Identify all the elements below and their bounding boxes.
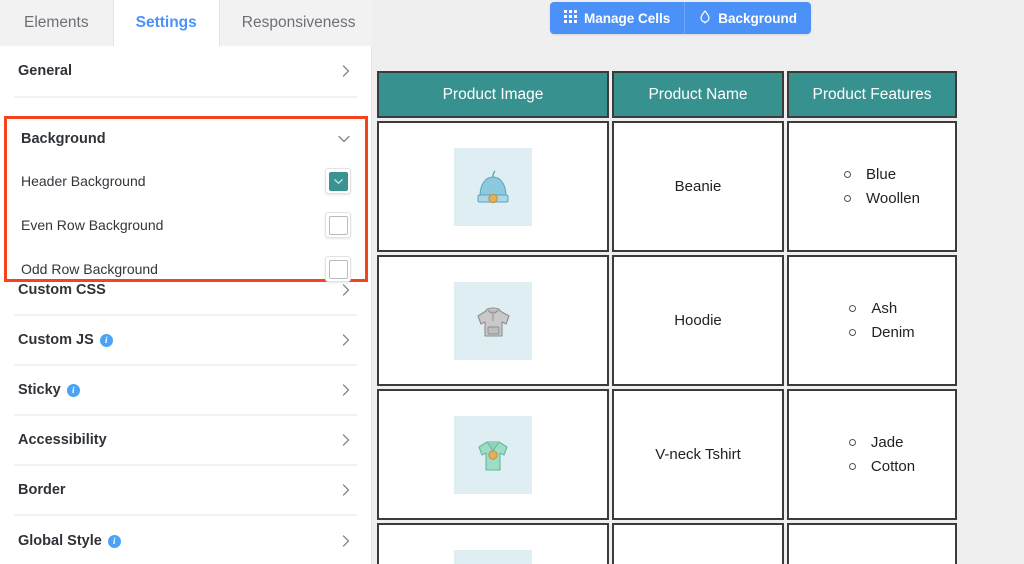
feature-list: Ash Denim: [829, 297, 915, 344]
background-settings-group: Background Header Background Even Row Ba…: [4, 116, 368, 282]
table-builder-app: Elements Settings Responsiveness General: [0, 0, 1024, 564]
table-row: Beanie Blue Woollen: [377, 121, 957, 252]
feature-item: Blue: [842, 163, 920, 186]
sidebar-item-global-style-label: Global Style: [18, 533, 102, 549]
chevron-right-icon: [339, 534, 353, 548]
cell-product-image[interactable]: [377, 523, 609, 564]
cell-product-features[interactable]: Ash Denim: [787, 255, 957, 386]
cell-product-name[interactable]: Beanie: [612, 523, 784, 564]
cell-product-features[interactable]: Blue Woollen: [787, 121, 957, 252]
feature-list: Blue Woollen: [824, 163, 920, 210]
product-comparison-table: Product Image Product Name Product Featu…: [374, 68, 960, 564]
color-preview: [328, 171, 348, 191]
cell-product-name[interactable]: Beanie: [612, 121, 784, 252]
option-odd-row-background[interactable]: Odd Row Background: [7, 247, 365, 291]
tab-settings[interactable]: Settings: [113, 0, 220, 46]
chevron-right-icon: [339, 64, 353, 78]
info-icon[interactable]: i: [99, 333, 113, 347]
option-even-row-background-label: Even Row Background: [21, 217, 164, 233]
feature-item: Cotton: [847, 455, 915, 478]
sidebar-item-custom-js-label: Custom JS: [18, 332, 94, 348]
color-preview: [328, 215, 348, 235]
info-icon[interactable]: i: [66, 383, 80, 397]
chevron-right-icon: [339, 483, 353, 497]
feature-item: Woollen: [842, 187, 920, 210]
preview-toolbar: Manage Cells Background: [550, 2, 812, 34]
sidebar-item-accessibility[interactable]: Accessibility: [14, 416, 357, 466]
even-row-background-color-swatch[interactable]: [325, 212, 351, 238]
sidebar-item-global-style[interactable]: Global Style i: [14, 516, 357, 564]
sidebar-item-general-label: General: [18, 63, 72, 79]
background-group-header[interactable]: Background: [7, 119, 365, 159]
tshirt-icon: [454, 415, 532, 494]
table-header-row: Product Image Product Name Product Featu…: [377, 71, 957, 118]
sidebar-item-global-style-label-wrap: Global Style i: [18, 533, 121, 549]
manage-cells-button[interactable]: Manage Cells: [550, 2, 685, 34]
sidebar-item-accessibility-label: Accessibility: [18, 432, 107, 448]
sidebar-tabbar: Elements Settings Responsiveness: [0, 0, 379, 46]
header-background-color-swatch[interactable]: [325, 168, 351, 194]
column-header-product-image[interactable]: Product Image: [377, 71, 609, 118]
table-preview-area: Manage Cells Background Product Image Pr…: [372, 0, 1024, 564]
cell-product-name[interactable]: V-neck Tshirt: [612, 389, 784, 520]
chevron-right-icon: [339, 383, 353, 397]
sidebar-item-border[interactable]: Border: [14, 466, 357, 516]
table-row: V-neck Tshirt Jade Cotton: [377, 389, 957, 520]
background-label: Background: [718, 10, 798, 26]
background-button[interactable]: Background: [684, 2, 812, 34]
cell-product-name[interactable]: Hoodie: [612, 255, 784, 386]
tab-elements[interactable]: Elements: [0, 0, 114, 46]
hoodie-icon: [454, 281, 532, 360]
table-row: Beanie Blue Woollen: [377, 523, 957, 564]
tab-elements-label: Elements: [24, 14, 89, 31]
tab-settings-label: Settings: [135, 14, 197, 31]
tab-responsiveness-label: Responsiveness: [241, 14, 356, 31]
column-header-product-features[interactable]: Product Features: [787, 71, 957, 118]
odd-row-background-color-swatch[interactable]: [325, 256, 351, 282]
table-row: Hoodie Ash Denim: [377, 255, 957, 386]
sidebar-item-border-label: Border: [18, 482, 66, 498]
cell-product-image[interactable]: [377, 121, 609, 252]
beanie-icon: [454, 549, 532, 564]
color-preview: [328, 259, 348, 279]
tab-responsiveness[interactable]: Responsiveness: [219, 0, 379, 46]
sidebar-item-general[interactable]: General: [14, 46, 357, 98]
sidebar-item-sticky-label: Sticky: [18, 382, 61, 398]
table-head: Product Image Product Name Product Featu…: [377, 71, 957, 118]
cell-product-features[interactable]: Jade Cotton: [787, 389, 957, 520]
table-body: Beanie Blue Woollen Hoodie Ash Denim V-n…: [377, 121, 957, 564]
feature-list: Jade Cotton: [829, 431, 915, 478]
beanie-icon: [454, 147, 532, 226]
sidebar-item-sticky-label-wrap: Sticky i: [18, 382, 80, 398]
cell-product-image[interactable]: [377, 389, 609, 520]
feature-item: Denim: [847, 321, 915, 344]
feature-item: Jade: [847, 431, 915, 454]
grid-icon: [564, 10, 577, 26]
cell-product-image[interactable]: [377, 255, 609, 386]
background-group-title: Background: [21, 131, 106, 147]
sidebar-item-sticky[interactable]: Sticky i: [14, 366, 357, 416]
manage-cells-label: Manage Cells: [584, 10, 671, 26]
paint-drop-icon: [699, 9, 711, 27]
chevron-right-icon: [339, 433, 353, 447]
chevron-down-icon: [333, 178, 343, 184]
cell-product-features[interactable]: Blue Woollen: [787, 523, 957, 564]
info-icon[interactable]: i: [107, 534, 121, 548]
sidebar-item-custom-js-label-wrap: Custom JS i: [18, 332, 113, 348]
option-header-background[interactable]: Header Background: [7, 159, 365, 203]
option-odd-row-background-label: Odd Row Background: [21, 261, 158, 277]
chevron-right-icon: [339, 333, 353, 347]
option-header-background-label: Header Background: [21, 173, 146, 189]
option-even-row-background[interactable]: Even Row Background: [7, 203, 365, 247]
chevron-down-icon: [337, 132, 351, 146]
column-header-product-name[interactable]: Product Name: [612, 71, 784, 118]
sidebar-item-custom-js[interactable]: Custom JS i: [14, 316, 357, 366]
settings-sidebar: Elements Settings Responsiveness General: [0, 0, 379, 564]
feature-item: Ash: [847, 297, 914, 320]
